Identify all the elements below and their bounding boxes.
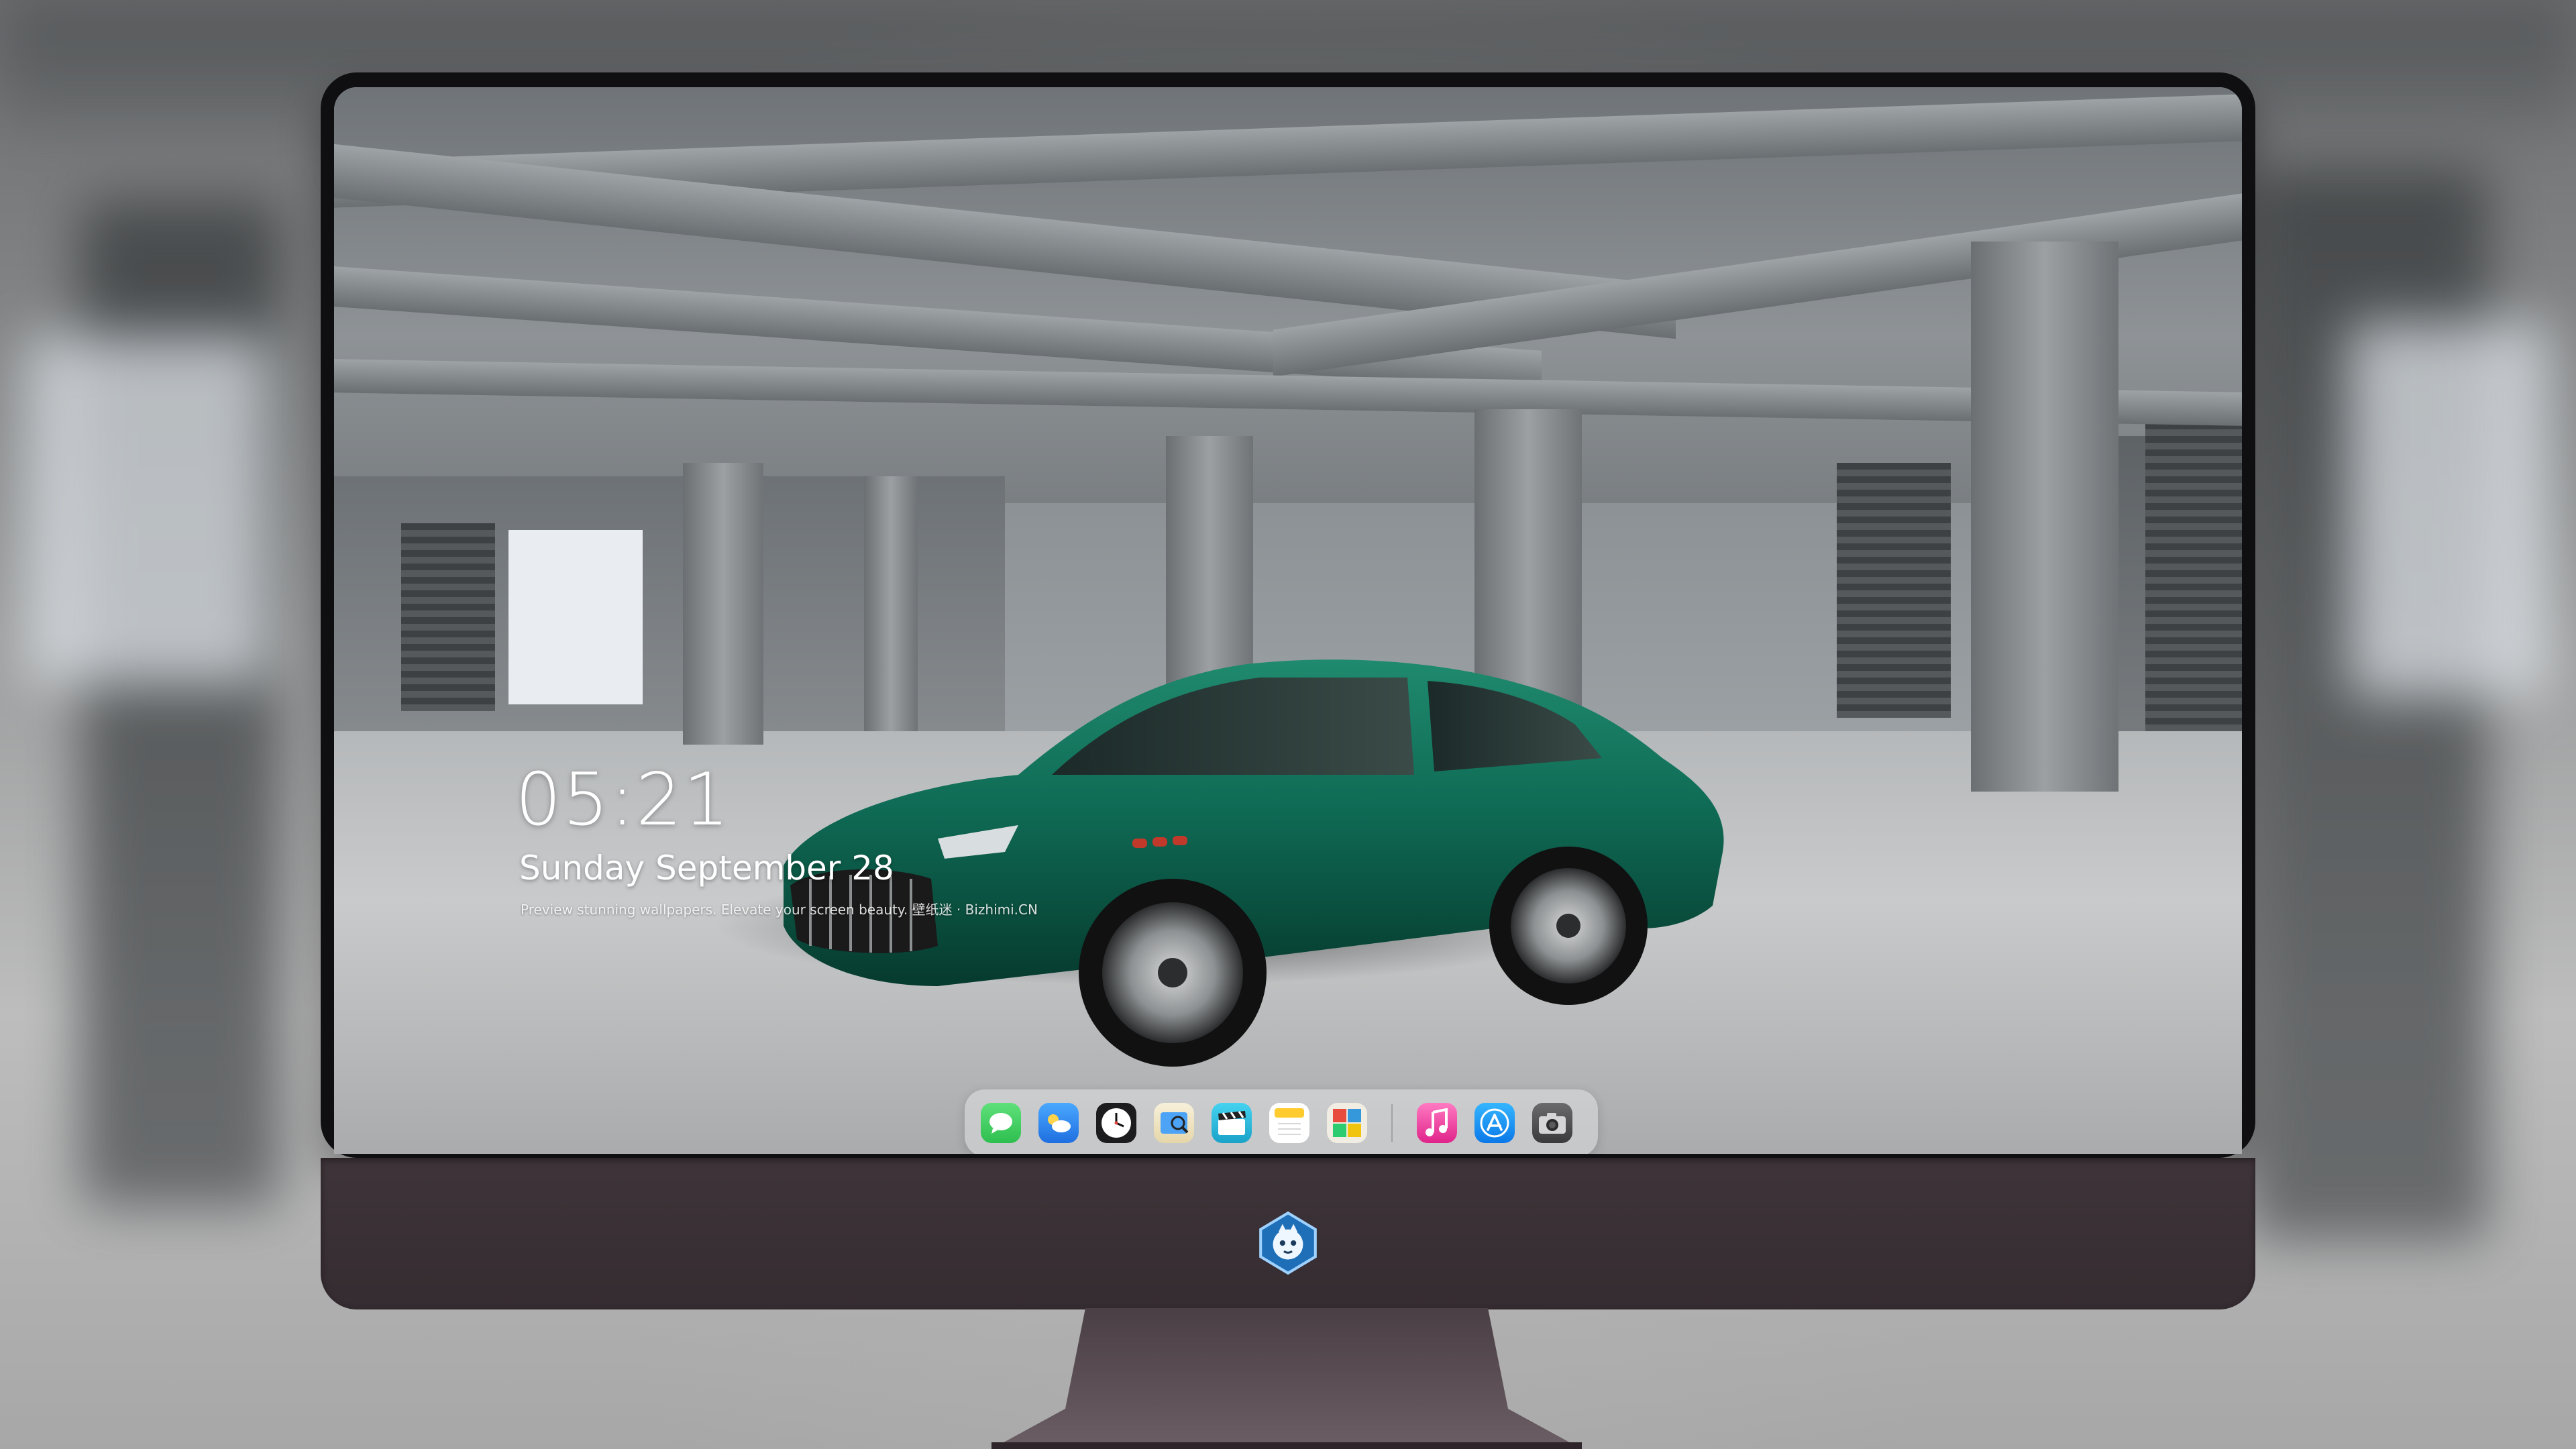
weather-icon[interactable] [1038, 1103, 1079, 1143]
lockscreen-clock: 05:21 [515, 758, 731, 842]
music-icon[interactable] [1417, 1103, 1457, 1143]
wallpaper-shutter [2145, 423, 2242, 745]
wallpaper-shutter [401, 523, 495, 711]
wallpaper-opening [508, 530, 643, 704]
clapperboard-icon[interactable] [1212, 1103, 1252, 1143]
monitor: 05:21 Sunday September 28 Preview stunni… [321, 72, 2255, 1309]
camera-icon[interactable] [1532, 1103, 1572, 1143]
dock [965, 1089, 1598, 1154]
lockscreen-date: Sunday September 28 [519, 849, 894, 888]
monitor-chin [321, 1158, 2255, 1309]
photo-booth-icon[interactable] [1327, 1103, 1367, 1143]
app-store-icon[interactable] [1474, 1103, 1515, 1143]
brand-logo-icon [1259, 1211, 1317, 1275]
desktop-screen[interactable]: 05:21 Sunday September 28 Preview stunni… [334, 87, 2242, 1154]
notes-icon[interactable] [1269, 1103, 1309, 1143]
clock-icon[interactable] [1096, 1103, 1136, 1143]
wallpaper-shutter [1837, 463, 1951, 718]
preview-icon[interactable] [1154, 1103, 1194, 1143]
monitor-bezel: 05:21 Sunday September 28 Preview stunni… [321, 72, 2255, 1158]
monitor-stand [991, 1308, 1582, 1449]
dock-separator [1391, 1104, 1393, 1142]
messages-icon[interactable] [981, 1103, 1021, 1143]
wallpaper-caption: Preview stunning wallpapers. Elevate you… [521, 902, 1038, 918]
